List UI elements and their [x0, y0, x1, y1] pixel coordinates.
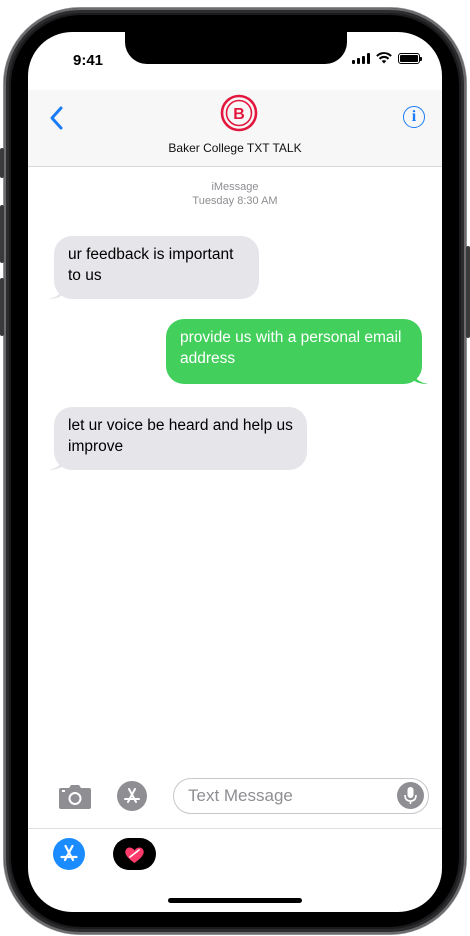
camera-icon[interactable] — [58, 784, 92, 810]
status-time: 9:41 — [73, 52, 104, 69]
app-store-glyph-icon — [60, 844, 78, 862]
message-bubble-received[interactable]: let ur voice be heard and help us improv… — [48, 407, 307, 470]
service-label: iMessage — [211, 181, 259, 193]
bubble-tail — [48, 285, 64, 299]
info-icon[interactable]: i — [403, 106, 425, 128]
timestamp-label: Tuesday 8:30 AM — [192, 195, 278, 207]
message-text: provide us with a personal email address — [180, 329, 402, 367]
bubble-tail — [48, 456, 64, 470]
home-indicator[interactable] — [168, 898, 302, 903]
microphone-glyph-icon — [404, 787, 417, 804]
app-drawer — [28, 836, 442, 876]
power-button — [466, 246, 470, 338]
back-chevron-icon[interactable] — [46, 104, 68, 132]
cellular-signal-icon — [352, 52, 370, 64]
battery-icon — [398, 52, 422, 64]
app-store-drawer-icon[interactable] — [53, 838, 85, 870]
bubble-tail — [412, 370, 428, 384]
heart-icon — [125, 847, 144, 863]
message-field[interactable] — [173, 778, 429, 814]
notch — [125, 32, 347, 64]
app-store-glyph-icon — [124, 788, 140, 803]
conversation-header: B Baker College TXT TALK i — [28, 90, 442, 167]
mute-switch — [0, 148, 4, 178]
composer-bar — [28, 776, 442, 818]
microphone-icon[interactable] — [397, 782, 424, 809]
digital-touch-icon[interactable] — [113, 838, 156, 870]
logo-letter: B — [233, 106, 245, 123]
wifi-icon — [376, 52, 392, 64]
message-bubble-received[interactable]: ur feedback is important to us — [48, 236, 259, 299]
message-text: ur feedback is important to us — [68, 246, 234, 284]
phone-screen: 9:41 B Baker College TXT TALK i iMessage… — [28, 32, 442, 912]
thread-timestamp: iMessage Tuesday 8:30 AM — [28, 180, 442, 208]
message-bubble-sent[interactable]: provide us with a personal email address — [166, 319, 428, 384]
app-store-icon[interactable] — [117, 781, 147, 811]
volume-down-button — [0, 278, 4, 336]
contact-avatar-logo[interactable]: B — [220, 94, 258, 132]
volume-up-button — [0, 205, 4, 263]
status-icons — [352, 52, 422, 64]
message-input[interactable] — [188, 779, 388, 812]
message-text: let ur voice be heard and help us improv… — [68, 417, 293, 455]
drawer-divider — [28, 828, 442, 829]
contact-name[interactable]: Baker College TXT TALK — [28, 141, 442, 155]
